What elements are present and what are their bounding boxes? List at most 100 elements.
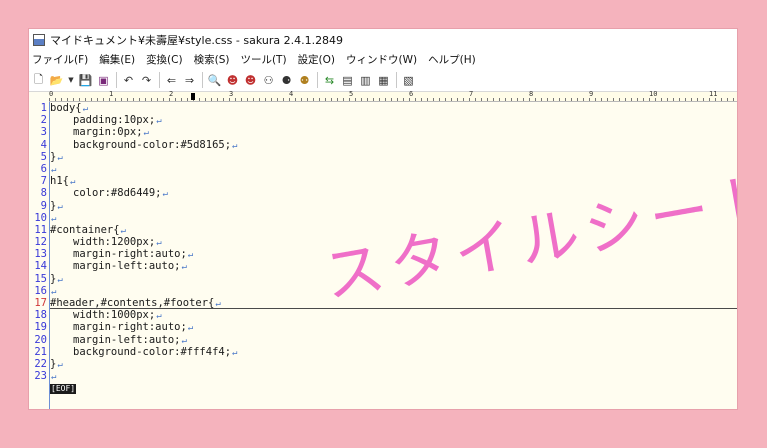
- title-bar[interactable]: マイドキュメント¥未壽屋¥style.css - sakura 2.4.1.28…: [29, 29, 737, 50]
- line-number: 1: [40, 102, 47, 114]
- line-number: 21: [34, 345, 47, 358]
- code-line-text: #container{: [50, 223, 120, 236]
- search-next-icon[interactable]: ☻: [243, 73, 258, 88]
- code-line-text: margin-left:auto;: [73, 333, 181, 346]
- undo-icon[interactable]: ↶: [121, 73, 136, 88]
- newline-mark: ↵: [57, 152, 63, 163]
- save-icon[interactable]: 💾: [78, 73, 93, 88]
- line-number: 2: [40, 114, 47, 127]
- menu-help[interactable]: ヘルプ(H): [428, 52, 476, 67]
- toolbar-separator: [116, 72, 117, 88]
- eof-marker: [EOF]: [50, 384, 77, 395]
- newline-mark: ↵: [156, 116, 162, 127]
- search-prev-icon[interactable]: ☻: [225, 73, 240, 88]
- menu-settings[interactable]: 設定(O): [298, 52, 335, 67]
- code-line-text: h1{: [50, 175, 69, 188]
- line-number: 5: [40, 150, 47, 163]
- ruler-number: 0: [49, 90, 54, 98]
- code-line-text: }: [50, 199, 57, 212]
- newline-mark: ↵: [156, 311, 162, 322]
- menu-edit[interactable]: 編集(E): [99, 52, 135, 67]
- ruler-number: 5: [349, 90, 354, 98]
- code-line[interactable]: width:1000px;↵: [50, 309, 737, 321]
- code-line-text: }: [50, 150, 57, 163]
- newline-mark: ↵: [51, 372, 57, 383]
- jump-forward-icon[interactable]: ⇒: [182, 73, 197, 88]
- newline-mark: ↵: [82, 104, 89, 114]
- code-line-text: margin-right:auto;: [73, 321, 187, 334]
- line-number: 7: [40, 175, 47, 188]
- ruler-number: 8: [529, 90, 534, 98]
- ruler-number: 1: [109, 90, 114, 98]
- line-number: 14: [34, 260, 47, 273]
- settings-icon[interactable]: ▧: [401, 73, 416, 88]
- newline-mark: ↵: [143, 128, 149, 139]
- code-line-text: width:1000px;: [73, 309, 156, 322]
- code-line-text: padding:10px;: [73, 114, 156, 127]
- new-file-icon[interactable]: 🗋: [31, 73, 46, 88]
- compare-icon[interactable]: ▥: [358, 73, 373, 88]
- code-line-text: color:#8d6449;: [73, 187, 162, 200]
- print-icon[interactable]: ▦: [376, 73, 391, 88]
- line-number: 8: [40, 187, 47, 200]
- app-icon: [33, 33, 45, 46]
- save-all-icon[interactable]: ▣: [96, 73, 111, 88]
- code-line-text: body{: [50, 102, 82, 114]
- ruler-number: 2: [169, 90, 174, 98]
- toolbar-separator: [317, 72, 318, 88]
- newline-mark: ↵: [57, 274, 63, 285]
- code-line[interactable]: background-color:#5d8165;↵: [50, 139, 737, 151]
- menu-tools[interactable]: ツール(T): [240, 52, 286, 67]
- replace-icon[interactable]: ⚈: [279, 73, 294, 88]
- code-line-text: width:1200px;: [73, 236, 156, 249]
- menu-window[interactable]: ウィンドウ(W): [346, 52, 417, 67]
- ruler-number: 6: [409, 90, 414, 98]
- code-line[interactable]: margin:0px;↵: [50, 126, 737, 138]
- line-number: 23: [34, 370, 47, 383]
- line-number: 11: [34, 223, 47, 236]
- tag-jump-icon[interactable]: ⇆: [322, 73, 337, 88]
- line-number: 17: [34, 297, 47, 309]
- code-line[interactable]: }↵: [50, 358, 737, 370]
- menu-convert[interactable]: 変換(C): [146, 52, 183, 67]
- outline-icon[interactable]: ▤: [340, 73, 355, 88]
- newline-mark: ↵: [51, 164, 57, 175]
- line-number-gutter: 1 2 3 4 5 6 7 8 9 10 11 12 13 14 15 16 17 18 19 20 21 22 23: [29, 102, 49, 409]
- code-line-text: #header,#contents,#footer{: [50, 297, 215, 309]
- newline-mark: ↵: [120, 225, 126, 236]
- newline-mark: ↵: [232, 140, 238, 151]
- jump-back-icon[interactable]: ⇐: [164, 73, 179, 88]
- search-icon[interactable]: 🔍: [207, 73, 222, 88]
- line-number: 13: [34, 248, 47, 261]
- code-line-text: background-color:#5d8165;: [73, 138, 232, 151]
- code-line[interactable]: background-color:#fff4f4;↵: [50, 346, 737, 358]
- editor-window: マイドキュメント¥未壽屋¥style.css - sakura 2.4.1.28…: [29, 29, 737, 409]
- ruler-number: 7: [469, 90, 474, 98]
- code-line[interactable]: body{↵: [50, 102, 737, 114]
- newline-mark: ↵: [181, 335, 187, 346]
- toolbar: 🗋 📂 ▼ 💾 ▣ ↶ ↷ ⇐ ⇒ 🔍 ☻ ☻ ⚇ ⚈ ⚉ ⇆ ▤ ▥ ▦ ▧: [29, 69, 737, 92]
- line-number: 22: [34, 357, 47, 370]
- code-line[interactable]: margin-left:auto;↵: [50, 334, 737, 346]
- newline-mark: ↵: [232, 347, 238, 358]
- code-line[interactable]: ↵: [50, 370, 737, 382]
- line-number: 3: [40, 126, 47, 139]
- newline-mark: ↵: [215, 299, 221, 309]
- code-line[interactable]: padding:10px;↵: [50, 114, 737, 126]
- redo-icon[interactable]: ↷: [139, 73, 154, 88]
- menu-file[interactable]: ファイル(F): [32, 52, 88, 67]
- code-line[interactable]: margin-right:auto;↵: [50, 321, 737, 333]
- open-folder-icon[interactable]: 📂: [49, 73, 64, 88]
- dropdown-arrow-icon[interactable]: ▼: [67, 73, 75, 88]
- ruler-number: 10: [649, 90, 658, 98]
- line-number: 15: [34, 272, 47, 285]
- grep-icon[interactable]: ⚉: [297, 73, 312, 88]
- code-line[interactable]: }↵: [50, 151, 737, 163]
- window-title: マイドキュメント¥未壽屋¥style.css - sakura 2.4.1.28…: [50, 33, 344, 47]
- search-files-icon[interactable]: ⚇: [261, 73, 276, 88]
- newline-mark: ↵: [57, 359, 63, 370]
- menu-search[interactable]: 検索(S): [194, 52, 230, 67]
- line-number: 16: [34, 284, 47, 297]
- menu-bar: ファイル(F) 編集(E) 変換(C) 検索(S) ツール(T) 設定(O) ウ…: [29, 50, 737, 69]
- newline-mark: ↵: [187, 323, 194, 334]
